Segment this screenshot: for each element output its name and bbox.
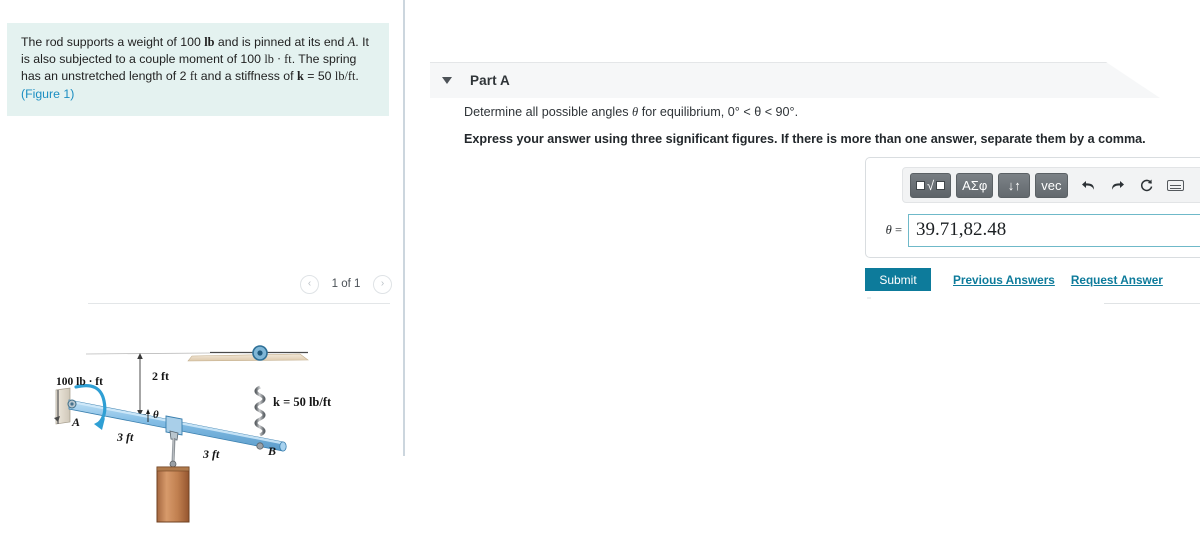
pager-prev-button[interactable]: ‹ — [300, 274, 319, 294]
vector-button[interactable]: vec — [1035, 172, 1068, 198]
reset-circle-glyph — [1141, 179, 1153, 191]
prompt-suffix: . — [794, 105, 799, 119]
problem-unit-lbperft: lb/ft — [334, 69, 356, 84]
label-dim-2ft: 2 ft — [152, 369, 169, 383]
answer-card: √ ΑΣφ ↓↑ vec θ = 39.71,82.48 — [865, 157, 1200, 258]
template-box-icon-2 — [936, 180, 946, 190]
problem-unit-lb: lb — [204, 35, 215, 49]
ceiling-support — [187, 351, 309, 362]
question-prompt: Determine all possible angles θ for equi… — [464, 105, 798, 120]
template-box-icon — [916, 180, 925, 190]
wall-bracket — [54, 387, 71, 425]
hanging-weight-assembly — [156, 437, 190, 523]
label-theta: θ — [153, 409, 159, 421]
label-spring-stiffness: k = 50 lb/ft — [273, 395, 332, 409]
chevron-right-icon: › — [380, 278, 385, 289]
problem-symbol-k: k — [296, 69, 304, 84]
problem-text-1: The rod supports a weight of 100 — [21, 35, 205, 49]
template-button[interactable]: √ — [910, 172, 952, 198]
problem-text-7: . — [355, 69, 359, 84]
redo-arrow-glyph — [1112, 180, 1125, 190]
prompt-range: 0° < θ < 90° — [727, 105, 795, 119]
redo-icon[interactable] — [1105, 172, 1131, 198]
request-answer-link[interactable]: Request Answer — [1071, 273, 1163, 287]
pin-support-a — [67, 399, 77, 409]
caret-down-icon[interactable] — [442, 77, 452, 84]
answer-row: θ = ° — [874, 212, 1200, 248]
rod-collar — [165, 415, 183, 441]
problem-text-2: and is pinned at its end — [214, 35, 348, 49]
figure-pager: ‹ 1 of 1 › — [300, 272, 392, 296]
answer-input[interactable] — [908, 213, 1200, 247]
undo-icon[interactable] — [1076, 172, 1102, 198]
keyboard-icon[interactable] — [1163, 172, 1189, 198]
answer-instruction: Express your answer using three signific… — [464, 132, 1146, 146]
problem-unit-lbft: lb · ft — [264, 52, 292, 67]
answer-equals: = — [894, 222, 902, 237]
previous-answers-link[interactable]: Previous Answers — [953, 273, 1055, 287]
answer-variable-label: θ = — [874, 223, 908, 238]
answer-panel: Part A Determine all possible angles θ f… — [404, 0, 1200, 548]
figure-link[interactable]: (Figure 1) — [21, 87, 74, 101]
mechanics-figure[interactable]: 100 lb · ft A 2 ft θ 3 ft 3 ft B k = 50 … — [40, 330, 385, 535]
figure-svg: 100 lb · ft A 2 ft θ 3 ft 3 ft B k = 50 … — [54, 345, 332, 523]
bottom-rule-left — [867, 297, 871, 299]
prompt-middle: for equilibrium, — [638, 105, 728, 119]
label-dim-3ft-left: 3 ft — [116, 430, 134, 444]
undo-arrow-glyph — [1082, 180, 1095, 190]
prompt-prefix: Determine all possible angles — [464, 105, 633, 119]
answer-variable: θ — [885, 222, 892, 237]
page-title: Part A — [470, 73, 510, 88]
part-a-header[interactable]: Part A — [430, 62, 1160, 98]
label-point-b: B — [267, 444, 276, 458]
label-dim-3ft-right: 3 ft — [202, 447, 220, 461]
problem-statement: The rod supports a weight of 100 lb and … — [7, 23, 389, 116]
reset-icon[interactable] — [1134, 172, 1160, 198]
sort-button[interactable]: ↓↑ — [998, 172, 1031, 198]
help-icon[interactable]: ? — [1192, 172, 1200, 198]
pager-label: 1 of 1 — [331, 278, 361, 290]
math-toolbar: √ ΑΣφ ↓↑ vec — [902, 167, 1200, 203]
problem-text-6: = 50 — [303, 69, 335, 84]
problem-text-5: and a stiffness of — [197, 69, 297, 84]
submit-button[interactable]: Submit — [865, 268, 931, 291]
chevron-left-icon: ‹ — [307, 278, 312, 289]
pager-next-button[interactable]: › — [373, 274, 392, 294]
page-root: The rod supports a weight of 100 lb and … — [0, 0, 1200, 548]
greek-symbols-button[interactable]: ΑΣφ — [956, 172, 994, 198]
pager-divider — [88, 303, 390, 304]
submit-row: Submit Previous Answers Request Answer — [865, 268, 1163, 291]
label-couple-moment: 100 lb · ft — [56, 376, 103, 388]
bottom-divider — [1104, 303, 1200, 304]
radical-icon: √ — [927, 177, 935, 193]
problem-panel: The rod supports a weight of 100 lb and … — [0, 0, 403, 548]
spring-assembly — [252, 345, 268, 450]
label-point-a: A — [71, 415, 80, 429]
